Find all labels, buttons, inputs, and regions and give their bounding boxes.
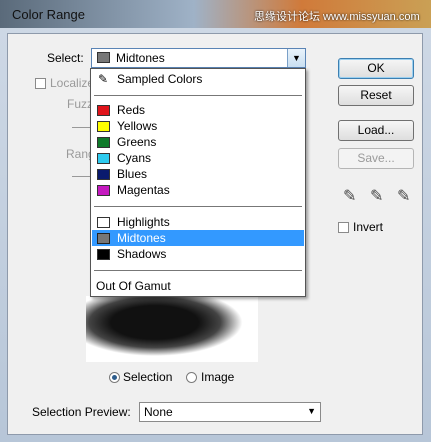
select-label: Select: bbox=[47, 51, 84, 65]
reset-button[interactable]: Reset bbox=[338, 85, 414, 106]
menu-item-midtones[interactable]: Midtones bbox=[92, 230, 304, 246]
midtones-swatch-icon bbox=[97, 233, 110, 244]
eyedropper-icon: ✎ bbox=[98, 72, 109, 86]
shadows-swatch-icon bbox=[97, 249, 110, 260]
menu-separator bbox=[94, 206, 302, 207]
range-slider[interactable] bbox=[72, 176, 90, 177]
dialog-window: Color Range 思缘设计论坛 www.missyuan.com Sele… bbox=[0, 0, 431, 442]
watermark-text: 思缘设计论坛 www.missyuan.com bbox=[254, 11, 420, 23]
reds-swatch-icon bbox=[97, 105, 110, 116]
window-title: Color Range bbox=[12, 7, 85, 22]
image-radio-label: Image bbox=[201, 370, 235, 384]
selection-preview-image bbox=[86, 296, 258, 362]
menu-separator bbox=[94, 270, 302, 271]
eyedropper-plus-icon[interactable]: ✎ bbox=[370, 186, 383, 206]
invert-label: Invert bbox=[353, 220, 384, 234]
menu-item-cyans[interactable]: Cyans bbox=[92, 150, 304, 166]
chevron-down-icon[interactable]: ▼ bbox=[307, 406, 316, 416]
selection-radio[interactable] bbox=[109, 372, 120, 383]
selection-preview-value: None bbox=[144, 405, 173, 419]
menu-item-out-of-gamut[interactable]: Out Of Gamut bbox=[92, 278, 304, 294]
menu-item-blues[interactable]: Blues bbox=[92, 166, 304, 182]
eyedropper-icon[interactable]: ✎ bbox=[343, 186, 356, 206]
menu-item-reds[interactable]: Reds bbox=[92, 102, 304, 118]
image-radio[interactable] bbox=[186, 372, 197, 383]
yellows-swatch-icon bbox=[97, 121, 110, 132]
title-bar[interactable]: Color Range 思缘设计论坛 www.missyuan.com bbox=[0, 0, 431, 28]
load-button[interactable]: Load... bbox=[338, 120, 414, 141]
select-dropdown-menu: ✎ Sampled Colors Reds Yellows Greens Cya… bbox=[90, 68, 306, 297]
menu-item-yellows[interactable]: Yellows bbox=[92, 118, 304, 134]
localize-label: Localize bbox=[50, 76, 95, 90]
eyedropper-minus-icon[interactable]: ✎ bbox=[397, 186, 410, 206]
selection-radio-label: Selection bbox=[123, 370, 173, 384]
highlights-swatch-icon bbox=[97, 217, 110, 228]
localize-checkbox[interactable] bbox=[35, 78, 46, 89]
select-dropdown[interactable]: Midtones ▼ bbox=[91, 48, 306, 68]
menu-separator bbox=[94, 95, 302, 96]
blues-swatch-icon bbox=[97, 169, 110, 180]
menu-item-magentas[interactable]: Magentas bbox=[92, 182, 304, 198]
menu-item-sampled-colors[interactable]: ✎ Sampled Colors bbox=[92, 71, 304, 87]
fuzziness-slider[interactable] bbox=[72, 127, 90, 128]
selection-preview-select[interactable]: None ▼ bbox=[139, 402, 321, 422]
greens-swatch-icon bbox=[97, 137, 110, 148]
cyans-swatch-icon bbox=[97, 153, 110, 164]
selection-preview-label: Selection Preview: bbox=[32, 405, 131, 419]
midtones-swatch-icon bbox=[97, 52, 110, 63]
select-value: Midtones bbox=[116, 51, 165, 65]
menu-item-shadows[interactable]: Shadows bbox=[92, 246, 304, 262]
menu-item-highlights[interactable]: Highlights bbox=[92, 214, 304, 230]
ok-button[interactable]: OK bbox=[338, 58, 414, 79]
chevron-down-icon[interactable]: ▼ bbox=[287, 49, 305, 67]
magentas-swatch-icon bbox=[97, 185, 110, 196]
save-button[interactable]: Save... bbox=[338, 148, 414, 169]
invert-checkbox[interactable] bbox=[338, 222, 349, 233]
menu-item-greens[interactable]: Greens bbox=[92, 134, 304, 150]
